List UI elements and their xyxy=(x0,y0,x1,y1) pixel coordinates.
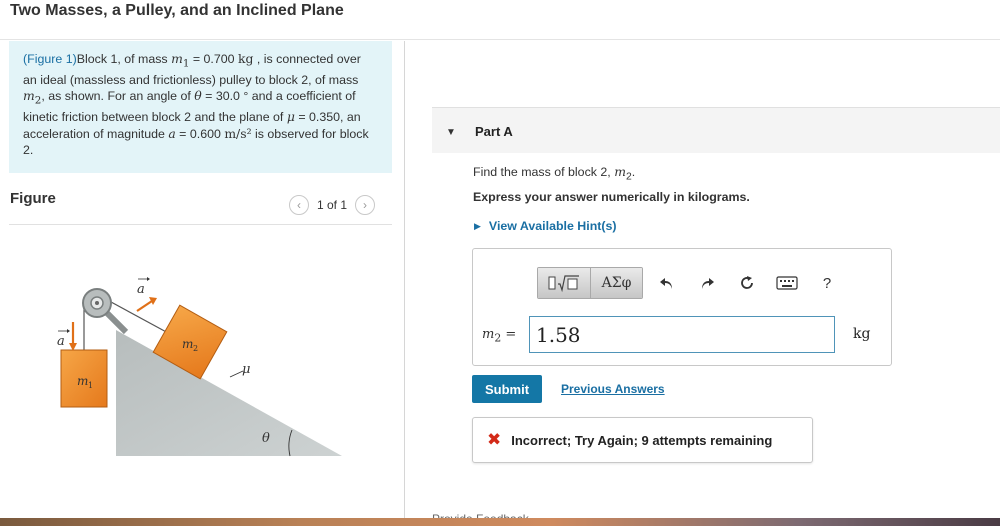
feedback-text: Incorrect; Try Again; 9 attempts remaini… xyxy=(511,432,773,448)
accel-unit: m/s² xyxy=(224,125,252,141)
kg-unit: kg xyxy=(237,51,254,66)
title-bar: Two Masses, a Pulley, and an Inclined Pl… xyxy=(0,0,1000,40)
desktop-strip xyxy=(0,518,1000,526)
incline-plane xyxy=(116,330,342,456)
hints-label: View Available Hint(s) xyxy=(488,219,617,233)
m2-symbol: m xyxy=(23,88,35,104)
math-toolbar: ΑΣφ ? xyxy=(537,266,843,300)
accel-label-left: a xyxy=(57,334,65,349)
problem-eq1: = 0.700 xyxy=(189,52,238,66)
undo-icon[interactable] xyxy=(651,268,683,298)
reset-icon[interactable] xyxy=(731,268,763,298)
part-a-header[interactable]: ▼ Part A xyxy=(432,107,1000,153)
redo-icon[interactable] xyxy=(691,268,723,298)
mu-label: μ xyxy=(242,362,250,377)
theta-symbol: θ xyxy=(194,88,202,104)
problem-text-1: Block 1, of mass xyxy=(76,52,172,66)
templates-icon[interactable] xyxy=(538,268,590,298)
page-title: Two Masses, a Pulley, and an Inclined Pl… xyxy=(10,2,344,19)
question-var: m xyxy=(614,164,626,179)
triangle-right-icon: ▶ xyxy=(474,220,481,231)
question-text: Find the mass of block 2, m2. xyxy=(473,164,635,182)
m1-sub-label: 1 xyxy=(88,381,93,390)
chevron-left-icon[interactable]: ‹ xyxy=(289,195,309,215)
theta-label: θ xyxy=(262,431,270,446)
collapse-triangle-icon[interactable]: ▼ xyxy=(446,127,456,138)
m2-label: m xyxy=(182,337,193,351)
mu-symbol: μ xyxy=(286,109,295,125)
instruction-text: Express your answer numerically in kilog… xyxy=(473,190,750,204)
figure-divider xyxy=(9,224,392,225)
answer-equals: = xyxy=(501,327,517,342)
question-body: Find the mass of block 2, xyxy=(473,165,615,179)
problem-statement: (Figure 1)Block 1, of mass m1 = 0.700 kg… xyxy=(9,41,392,173)
chevron-right-icon[interactable]: › xyxy=(355,195,376,215)
m1-symbol: m xyxy=(171,51,183,66)
problem-text-6: = 0.600 xyxy=(175,126,225,141)
figure-heading: Figure xyxy=(10,190,56,207)
question-end: . xyxy=(631,165,636,179)
figure-pager: ‹ 1 of 1 › xyxy=(289,195,376,215)
answer-input[interactable] xyxy=(529,316,835,353)
answer-variable-label: m2 = xyxy=(482,327,516,345)
answer-unit: kg xyxy=(853,326,871,342)
incorrect-icon: ✖ xyxy=(487,430,502,450)
m1-label: m xyxy=(77,374,88,388)
previous-answers-link[interactable]: Previous Answers xyxy=(561,382,665,396)
pulley-incline-diagram: m 1 m 2 a a μ θ xyxy=(57,277,342,457)
accel-arrow-incline xyxy=(136,300,153,312)
figure-link[interactable]: (Figure 1) xyxy=(23,52,77,66)
pager-text: 1 of 1 xyxy=(317,198,348,212)
greek-symbols-button[interactable]: ΑΣφ xyxy=(590,268,642,298)
a-symbol: a xyxy=(168,125,176,141)
answer-panel: ΑΣφ ? m2 = kg xyxy=(472,248,892,366)
answer-var: m xyxy=(482,327,495,342)
view-hints-link[interactable]: ▶ View Available Hint(s) xyxy=(474,219,617,233)
accel-label-top: a xyxy=(137,282,145,297)
help-icon[interactable]: ? xyxy=(811,268,843,298)
problem-text-3: , as shown. For an angle of xyxy=(41,89,195,104)
feedback-box: ✖ Incorrect; Try Again; 9 attempts remai… xyxy=(472,417,813,463)
submit-button[interactable]: Submit xyxy=(472,375,542,403)
keyboard-icon[interactable] xyxy=(771,268,803,298)
column-divider xyxy=(404,41,405,526)
m2-sub-label: 2 xyxy=(193,344,198,353)
toolbar-group: ΑΣφ xyxy=(537,267,643,299)
part-a-label: Part A xyxy=(475,124,513,139)
